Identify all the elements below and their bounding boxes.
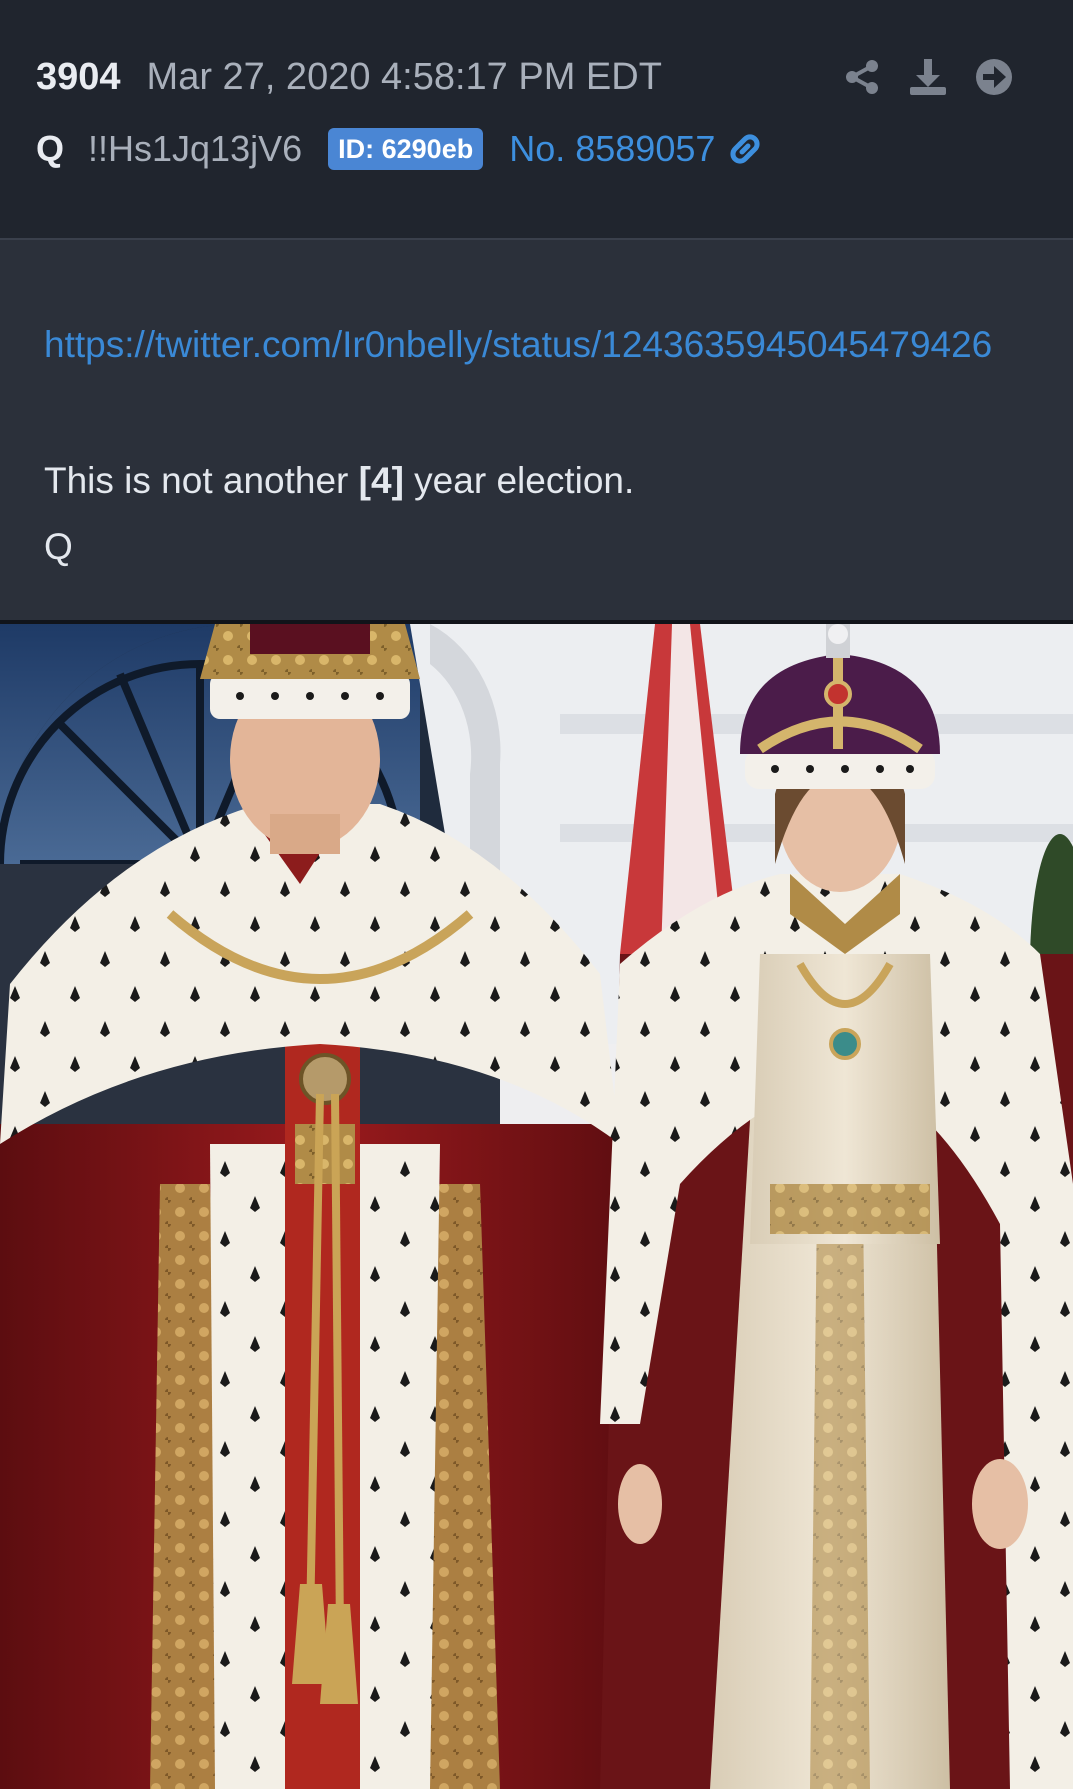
post-header: 3904 Mar 27, 2020 4:58:17 PM EDT Q !!Hs1… — [0, 0, 1073, 240]
chain-link-icon[interactable] — [725, 129, 765, 169]
post-actions — [839, 54, 1017, 100]
post-number-link[interactable]: No. 8589057 — [509, 128, 715, 170]
post-number[interactable]: 3904 — [36, 56, 121, 99]
download-icon[interactable] — [905, 54, 951, 100]
post-image[interactable] — [0, 624, 1073, 1789]
tweet-link[interactable]: https://twitter.com/Ir0nbelly/status/124… — [44, 312, 1034, 378]
post-message-bracket: [4] — [358, 460, 404, 501]
tripcode: !!Hs1Jq13jV6 — [88, 128, 303, 169]
post-message-suffix: year election. — [403, 460, 635, 501]
arrow-circle-right-icon[interactable] — [971, 54, 1017, 100]
post-meta-line: 3904 Mar 27, 2020 4:58:17 PM EDT — [36, 52, 662, 102]
share-icon[interactable] — [839, 54, 885, 100]
post-message-prefix: This is not another — [44, 460, 359, 501]
post-date: Mar 27, 2020 4:58:17 PM EDT — [146, 55, 662, 98]
poster-id-badge[interactable]: ID: 6290eb — [328, 128, 484, 170]
post-message: This is not another [4] year election. — [44, 448, 634, 514]
post-body: https://twitter.com/Ir0nbelly/status/124… — [0, 240, 1073, 620]
author-name: Q — [36, 128, 65, 169]
post-signature: Q — [44, 526, 73, 567]
coronation-photo — [0, 624, 1073, 1789]
post-author-line: Q !!Hs1Jq13jV6 ID: 6290eb No. 8589057 — [36, 122, 765, 176]
